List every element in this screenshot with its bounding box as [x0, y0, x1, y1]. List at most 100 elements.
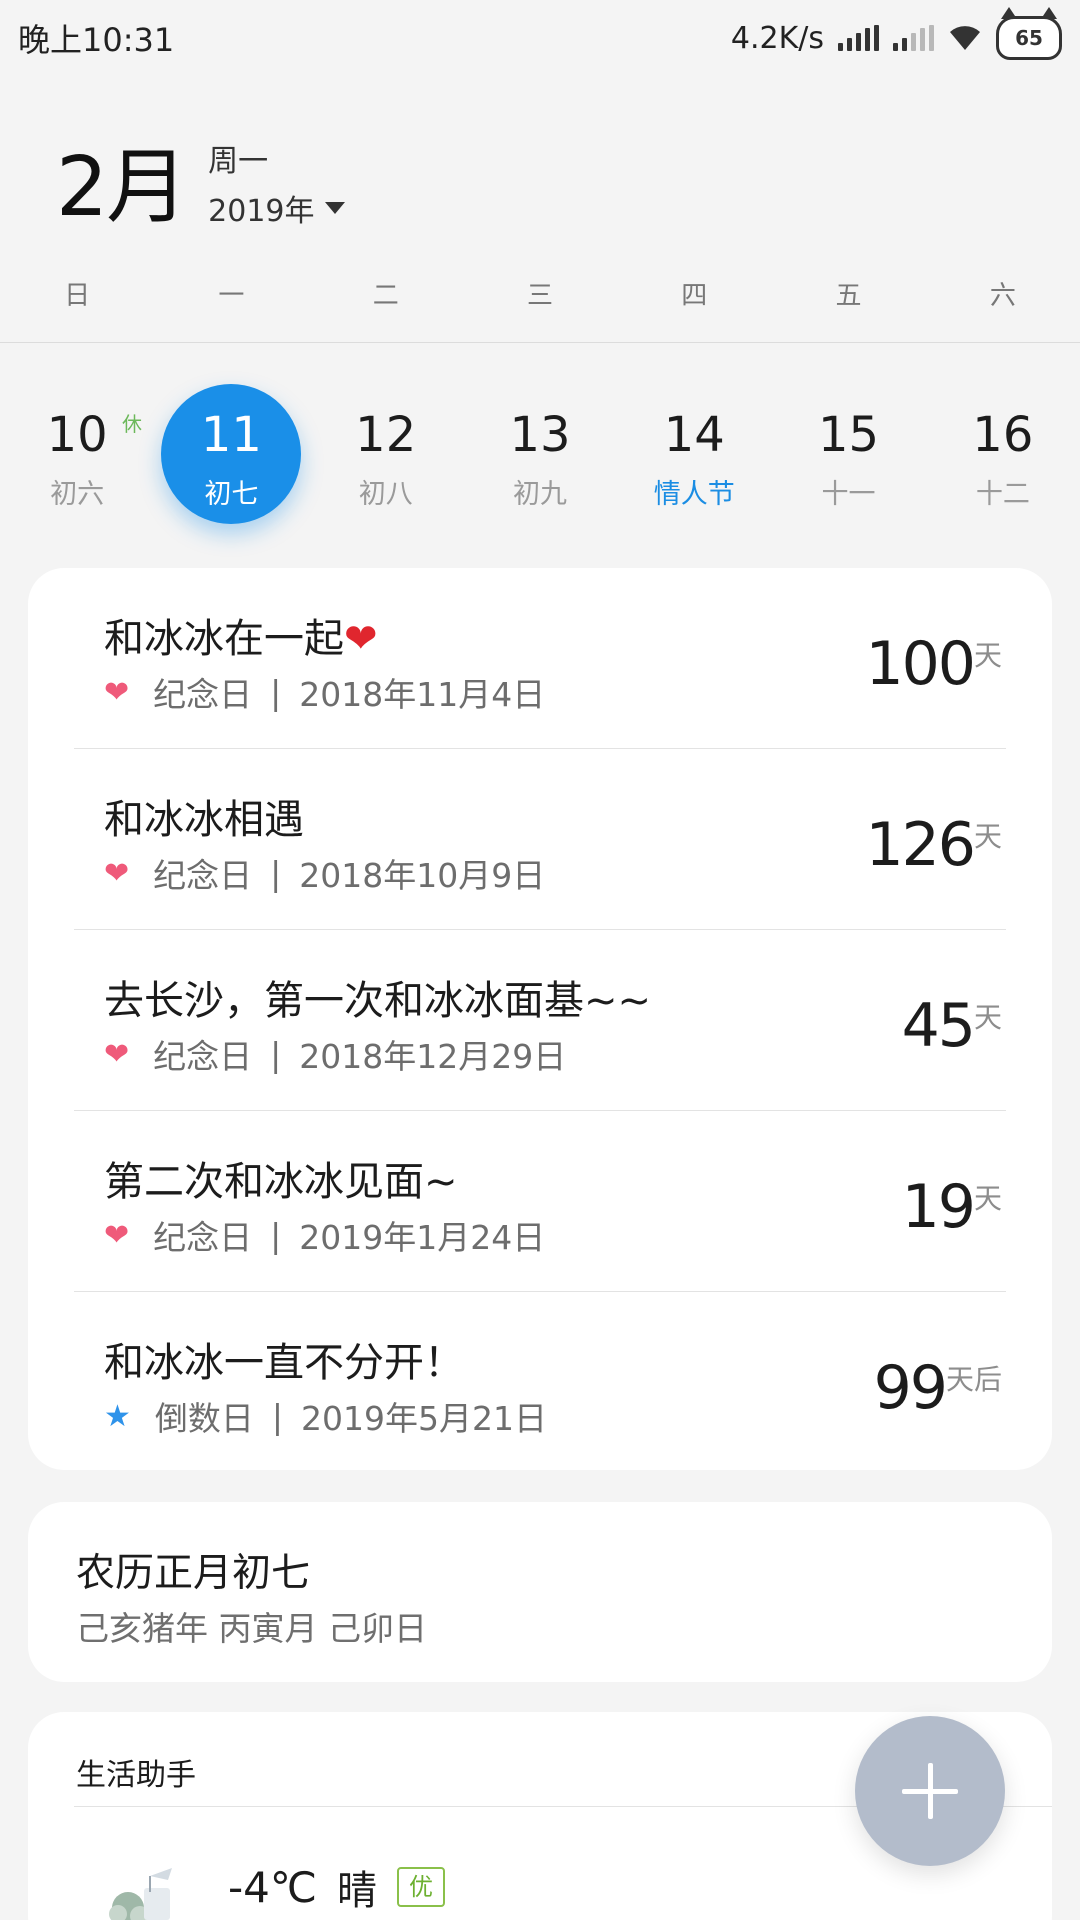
- lunar-info-card[interactable]: 农历正月初七 己亥猪年 丙寅月 己卯日: [28, 1502, 1052, 1682]
- weather-sunny-icon: [109, 1868, 172, 1920]
- heart-icon: ❤: [104, 1036, 130, 1072]
- red-heart-emoji: ❤: [344, 616, 378, 662]
- event-type: 纪念日: [153, 1218, 253, 1257]
- day-count-unit: 天: [973, 639, 1002, 672]
- event-type: 纪念日: [153, 675, 253, 714]
- weekday-label: 周一: [208, 143, 269, 179]
- event-meta: ❤ 纪念日 | 2019年1月24日: [104, 1211, 545, 1259]
- day-count: 19 天: [902, 1171, 1002, 1243]
- add-event-button[interactable]: [855, 1716, 1005, 1866]
- day-count-unit: 天: [973, 1001, 1002, 1034]
- event-type: 倒数日: [154, 1399, 254, 1438]
- date-cell[interactable]: 14 情人节: [617, 382, 771, 522]
- date-cell[interactable]: 10 休 初六: [0, 382, 154, 522]
- day-count-unit: 天: [973, 1182, 1002, 1215]
- date-cell[interactable]: 13 初九: [463, 382, 617, 522]
- lunar-subtitle: 己亥猪年 丙寅月 己卯日: [76, 1609, 427, 1648]
- anniversary-card: 和冰冰在一起❤ ❤ 纪念日 | 2018年11月4日 100 天 和冰冰相遇 ❤…: [28, 568, 1052, 1470]
- event-meta: ❤ 纪念日 | 2018年12月29日: [104, 1030, 566, 1078]
- day-count: 126 天: [865, 809, 1002, 881]
- lunar-date: 十一: [821, 479, 876, 510]
- day-count-number: 19: [901, 1172, 976, 1242]
- event-item[interactable]: 和冰冰在一起❤ ❤ 纪念日 | 2018年11月4日 100 天: [74, 568, 1006, 749]
- day-count-unit: 天: [973, 820, 1002, 853]
- event-meta: ❤ 纪念日 | 2018年11月4日: [104, 668, 545, 716]
- meta-separator: |: [270, 1034, 282, 1074]
- meta-separator: |: [270, 853, 282, 893]
- date-number: 10: [46, 407, 108, 463]
- day-count-unit: 天后: [945, 1363, 1002, 1396]
- year-label: 2019年: [208, 193, 315, 229]
- date-number: 16: [972, 407, 1034, 463]
- lunar-date: 初六: [50, 479, 105, 510]
- weekday-fri: 五: [835, 281, 862, 311]
- month-sub: 周一 2019年: [208, 130, 345, 230]
- heart-icon: ❤: [104, 674, 130, 710]
- event-item[interactable]: 第二次和冰冰见面~ ❤ 纪念日 | 2019年1月24日 19 天: [74, 1111, 1006, 1292]
- date-cell[interactable]: 12 初八: [309, 382, 463, 522]
- weekday-tue: 二: [372, 281, 399, 311]
- event-date: 2018年12月29日: [299, 1037, 567, 1076]
- heart-icon: ❤: [104, 855, 130, 891]
- rest-day-badge: 休: [122, 412, 142, 436]
- signal-icon: [838, 25, 879, 51]
- star-icon: ★: [104, 1398, 131, 1434]
- dropdown-caret-icon: [324, 201, 345, 214]
- event-date: 2018年11月4日: [299, 675, 546, 714]
- meta-separator: |: [271, 1396, 284, 1436]
- event-item[interactable]: 和冰冰一直不分开！ ★ 倒数日 | 2019年5月21日 99 天后: [74, 1292, 1006, 1473]
- event-date: 2019年5月21日: [301, 1399, 548, 1438]
- month-header[interactable]: 2月 周一 2019年: [56, 120, 345, 239]
- air-quality-badge: 优: [397, 1867, 446, 1907]
- date-number: 11: [200, 407, 262, 463]
- day-count: 99 天后: [874, 1352, 1002, 1424]
- date-number: 12: [355, 407, 417, 463]
- event-meta: ★ 倒数日 | 2019年5月21日: [104, 1392, 547, 1440]
- lunar-date: 初八: [358, 479, 413, 510]
- weekday-mon: 一: [218, 281, 245, 311]
- network-speed: 4.2K/s: [730, 20, 824, 56]
- day-count-number: 45: [901, 991, 976, 1061]
- day-count: 45 天: [902, 990, 1002, 1062]
- day-count-number: 126: [865, 810, 976, 880]
- day-count-number: 99: [873, 1353, 948, 1423]
- battery-icon: 65: [996, 7, 1062, 60]
- event-meta: ❤ 纪念日 | 2018年10月9日: [104, 849, 545, 897]
- event-date: 2018年10月9日: [299, 856, 546, 895]
- date-cell-selected[interactable]: 11 初七: [154, 382, 308, 524]
- date-number: 14: [663, 407, 725, 463]
- meta-separator: |: [270, 1215, 282, 1255]
- year-selector[interactable]: 2019年: [208, 186, 345, 230]
- event-item[interactable]: 去长沙，第一次和冰冰面基~~ ❤ 纪念日 | 2018年12月29日 45 天: [74, 930, 1006, 1111]
- event-type: 纪念日: [153, 856, 253, 895]
- weekday-thu: 四: [681, 281, 708, 311]
- weekday-sun: 日: [64, 281, 91, 311]
- festival-label: 情人节: [653, 479, 735, 510]
- event-title: 和冰冰相遇: [104, 797, 304, 843]
- date-cell[interactable]: 16 十二: [926, 382, 1080, 522]
- week-date-strip: 10 休 初六 11 初七 12 初八 13 初九 14 情人节 15 十一 1…: [0, 382, 1080, 524]
- status-bar: 晚上10:31 4.2K/s 65: [0, 0, 1080, 76]
- heart-icon: ❤: [104, 1217, 130, 1253]
- lunar-title: 农历正月初七: [76, 1551, 311, 1596]
- weather-condition: 晴: [337, 1868, 378, 1914]
- weekday-wed: 三: [526, 281, 553, 311]
- date-cell[interactable]: 15 十一: [771, 382, 925, 522]
- lunar-date: 十二: [975, 479, 1030, 510]
- temperature: -4℃: [228, 1862, 318, 1912]
- lunar-date: 初九: [512, 479, 567, 510]
- weekday-sat: 六: [989, 281, 1016, 311]
- wifi-icon: [950, 26, 980, 50]
- status-icons: 4.2K/s 65: [730, 7, 1062, 60]
- event-type: 纪念日: [153, 1037, 253, 1076]
- life-assistant-title: 生活助手: [76, 1758, 196, 1793]
- day-count: 100 天: [865, 628, 1002, 700]
- weekday-header: 日 一 二 三 四 五 六: [0, 275, 1080, 343]
- event-title: 第二次和冰冰见面~: [104, 1159, 458, 1205]
- event-title: 和冰冰一直不分开！: [104, 1340, 464, 1386]
- event-item[interactable]: 和冰冰相遇 ❤ 纪念日 | 2018年10月9日 126 天: [74, 749, 1006, 930]
- signal-2-icon: [893, 25, 934, 51]
- date-number: 15: [818, 407, 880, 463]
- weather-summary[interactable]: -4℃ 晴 优: [228, 1858, 446, 1916]
- date-number: 13: [509, 407, 571, 463]
